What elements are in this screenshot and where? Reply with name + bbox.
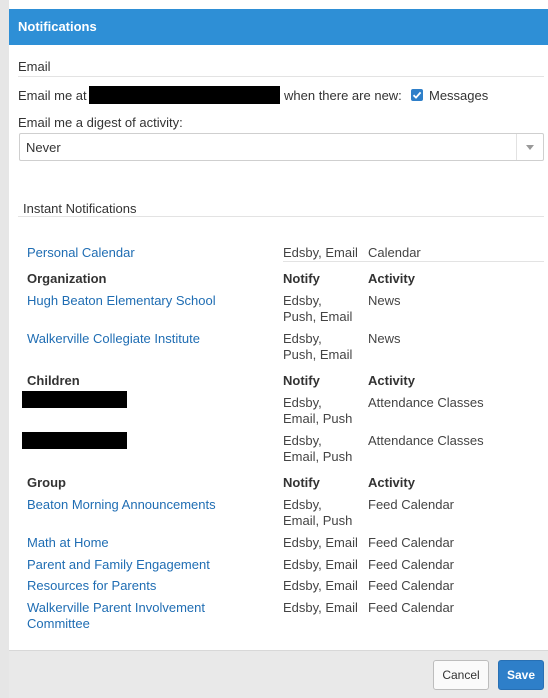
notify-header: Notify [283, 373, 320, 388]
org-notify: Push, Email [283, 309, 353, 324]
redacted-child-name [22, 391, 127, 408]
group-notify: Edsby, Email [283, 535, 358, 550]
checkmark-icon [412, 91, 422, 99]
group-activity: Feed Calendar [368, 600, 454, 615]
group-link-math-at-home[interactable]: Math at Home [27, 535, 109, 550]
digest-label: Email me a digest of activity: [18, 115, 183, 130]
child-notify: Edsby, [283, 433, 322, 448]
digest-select[interactable]: Never [19, 133, 544, 161]
org-link-hugh-beaton[interactable]: Hugh Beaton Elementary School [27, 293, 216, 308]
calendar-activity: Calendar [368, 245, 421, 260]
child-notify: Email, Push [283, 449, 353, 464]
messages-checkbox[interactable] [411, 89, 423, 101]
children-header: Children [27, 373, 80, 388]
org-notify: Edsby, [283, 331, 322, 346]
panel-title: Notifications [9, 9, 548, 45]
notify-header: Notify [283, 475, 320, 490]
group-activity: Feed Calendar [368, 497, 454, 512]
group-link-walkerville-parent-cont[interactable]: Committee [27, 616, 90, 631]
organization-header: Organization [27, 271, 107, 286]
email-me-at-label: Email me at [18, 88, 87, 103]
left-border [0, 0, 9, 698]
divider [18, 76, 544, 77]
chevron-down-icon [526, 145, 534, 150]
activity-header: Activity [368, 271, 415, 286]
email-section-label: Email [18, 59, 51, 74]
group-notify: Edsby, [283, 497, 322, 512]
calendar-notify: Edsby, Email [283, 245, 358, 260]
org-link-walkerville-collegiate[interactable]: Walkerville Collegiate Institute [27, 331, 200, 346]
redacted-email [89, 86, 280, 104]
redacted-child-name [22, 432, 127, 449]
group-notify: Edsby, Email [283, 578, 358, 593]
child-notify: Edsby, [283, 395, 322, 410]
personal-calendar-link[interactable]: Personal Calendar [27, 245, 135, 260]
group-notify: Edsby, Email [283, 600, 358, 615]
dropdown-arrow[interactable] [516, 134, 543, 160]
digest-select-value: Never [26, 140, 61, 155]
child-activity: Attendance Classes [368, 433, 484, 448]
instant-notifications-label: Instant Notifications [23, 201, 137, 216]
group-activity: Feed Calendar [368, 535, 454, 550]
divider [283, 261, 544, 262]
group-header: Group [27, 475, 66, 490]
messages-label: Messages [429, 88, 489, 103]
notifications-panel: Notifications Email Email me at when the… [9, 0, 548, 698]
divider [18, 216, 544, 217]
org-activity: News [368, 293, 401, 308]
group-link-beaton-morning[interactable]: Beaton Morning Announcements [27, 497, 216, 512]
group-activity: Feed Calendar [368, 578, 454, 593]
child-notify: Email, Push [283, 411, 353, 426]
cancel-button[interactable]: Cancel [433, 660, 489, 690]
dialog-footer: Cancel Save [9, 650, 548, 698]
group-link-walkerville-parent[interactable]: Walkerville Parent Involvement [27, 600, 205, 615]
child-activity: Attendance Classes [368, 395, 484, 410]
group-notify: Email, Push [283, 513, 353, 528]
group-link-parent-family[interactable]: Parent and Family Engagement [27, 557, 210, 572]
org-activity: News [368, 331, 401, 346]
save-button[interactable]: Save [498, 660, 544, 690]
notify-header: Notify [283, 271, 320, 286]
group-notify: Edsby, Email [283, 557, 358, 572]
when-new-label: when there are new: [284, 88, 402, 103]
activity-header: Activity [368, 475, 415, 490]
group-link-resources[interactable]: Resources for Parents [27, 578, 156, 593]
org-notify: Edsby, [283, 293, 322, 308]
group-activity: Feed Calendar [368, 557, 454, 572]
org-notify: Push, Email [283, 347, 353, 362]
activity-header: Activity [368, 373, 415, 388]
